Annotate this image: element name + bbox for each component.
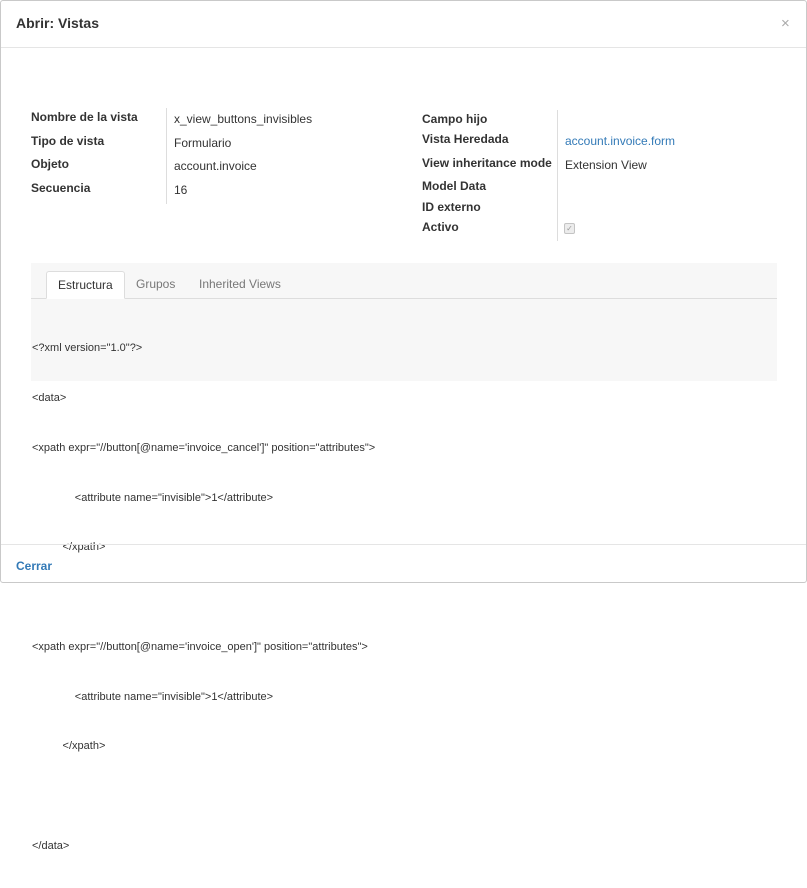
code-line: </data> [32, 840, 70, 852]
field-label-external-id: ID externo [422, 200, 481, 214]
field-label-view-name: Nombre de la vista [31, 110, 138, 124]
field-value-object[interactable]: account.invoice [174, 159, 257, 173]
code-line: <data> [32, 391, 67, 404]
code-line: <attribute name="invisible">1</attribute… [32, 690, 274, 703]
tab-estructura[interactable]: Estructura [46, 271, 125, 299]
right-group-separator [557, 110, 558, 241]
active-checkbox[interactable]: ✓ [564, 223, 575, 234]
field-label-child-field: Campo hijo [422, 112, 488, 126]
field-value-inheritance-mode[interactable]: Extension View [565, 158, 647, 172]
tab-grupos[interactable]: Grupos [136, 271, 175, 299]
dialog-footer: Cerrar [1, 544, 806, 583]
tab-inherited-views[interactable]: Inherited Views [199, 271, 281, 299]
field-label-model-data: Model Data [422, 179, 487, 193]
field-label-object: Objeto [31, 157, 69, 171]
inherited-view-link[interactable]: account.invoice.form [565, 134, 675, 148]
dialog-title: Abrir: Vistas [16, 15, 99, 31]
close-button[interactable]: Cerrar [16, 559, 52, 573]
dialog-header: Abrir: Vistas × [1, 1, 806, 48]
arch-code[interactable]: <?xml version="1.0"?> <data> <xpath expr… [32, 307, 772, 888]
field-label-inheritance-mode: View inheritance mode [422, 156, 552, 170]
code-line: <xpath expr="//button[@name='invoice_ope… [32, 640, 368, 653]
dialog: Abrir: Vistas × Nombre de la vista x_vie… [0, 0, 807, 852]
field-value-sequence[interactable]: 16 [174, 183, 187, 197]
code-line: <attribute name="invisible">1</attribute… [32, 491, 274, 504]
code-line: <xpath expr="//button[@name='invoice_can… [32, 441, 376, 454]
code-line: </xpath> [32, 740, 106, 753]
field-label-active: Activo [422, 220, 459, 234]
code-line: <?xml version="1.0"?> [32, 342, 143, 355]
field-value-view-type[interactable]: Formulario [174, 136, 231, 150]
close-icon[interactable]: × [781, 16, 790, 31]
field-label-sequence: Secuencia [31, 181, 91, 195]
field-label-view-type: Tipo de vista [31, 134, 105, 148]
left-group-separator [166, 108, 167, 204]
field-value-view-name[interactable]: x_view_buttons_invisibles [174, 112, 312, 126]
field-label-inherited-view: Vista Heredada [422, 132, 509, 146]
